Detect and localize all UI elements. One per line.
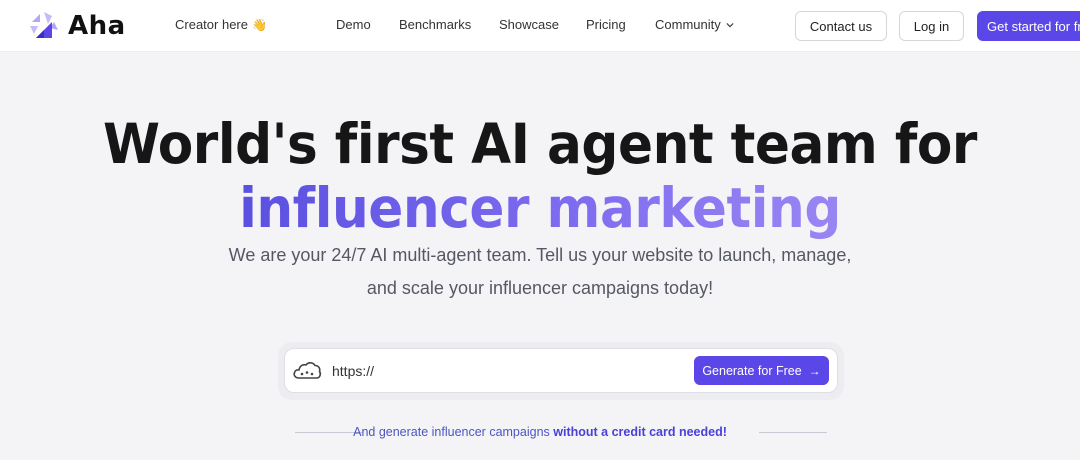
hero-subtitle-line2: and scale your influencer campaigns toda… — [366, 278, 714, 298]
nav-link-benchmarks[interactable]: Benchmarks — [399, 17, 471, 32]
community-label: Community — [655, 17, 721, 32]
get-started-button[interactable]: Get started for free — [977, 11, 1080, 41]
note-prefix: And generate influencer campaigns — [353, 425, 554, 439]
hero-headline: World's first AI agent team for — [103, 112, 977, 176]
nav-link-demo[interactable]: Demo — [336, 17, 371, 32]
hero-headline-accent-text: influencer marketing — [239, 176, 841, 240]
hero-headline-accent: influencer marketing — [32, 176, 1047, 240]
hero-subtitle-line1: We are your 24/7 AI multi-agent team. Te… — [228, 245, 852, 265]
nav-link-showcase[interactable]: Showcase — [499, 17, 559, 32]
log-in-button[interactable]: Log in — [899, 11, 964, 41]
arrow-right-icon: → — [808, 363, 821, 378]
website-url-input[interactable] — [332, 360, 672, 382]
generate-for-free-button[interactable]: Generate for Free → — [694, 356, 829, 385]
logo[interactable]: Aha — [28, 10, 126, 42]
nav-link-community[interactable]: Community — [655, 17, 734, 32]
contact-us-button[interactable]: Contact us — [795, 11, 887, 41]
note-emphasis: without a credit card needed! — [553, 425, 727, 439]
nav-link-pricing[interactable]: Pricing — [586, 17, 626, 32]
wave-hand-icon: 👋 — [251, 17, 267, 32]
cloud-icon — [293, 362, 322, 379]
chevron-down-icon — [726, 22, 734, 27]
creator-link[interactable]: Creator here 👋 — [175, 17, 267, 32]
no-credit-card-note: And generate influencer campaigns withou… — [0, 425, 1080, 439]
generate-label: Generate for Free — [702, 363, 802, 378]
creator-label: Creator here — [175, 17, 248, 32]
aha-logo-icon — [30, 12, 58, 38]
top-nav: Aha Creator here 👋 Demo Benchmarks Showc… — [0, 0, 1080, 52]
logo-text: Aha — [68, 11, 126, 41]
